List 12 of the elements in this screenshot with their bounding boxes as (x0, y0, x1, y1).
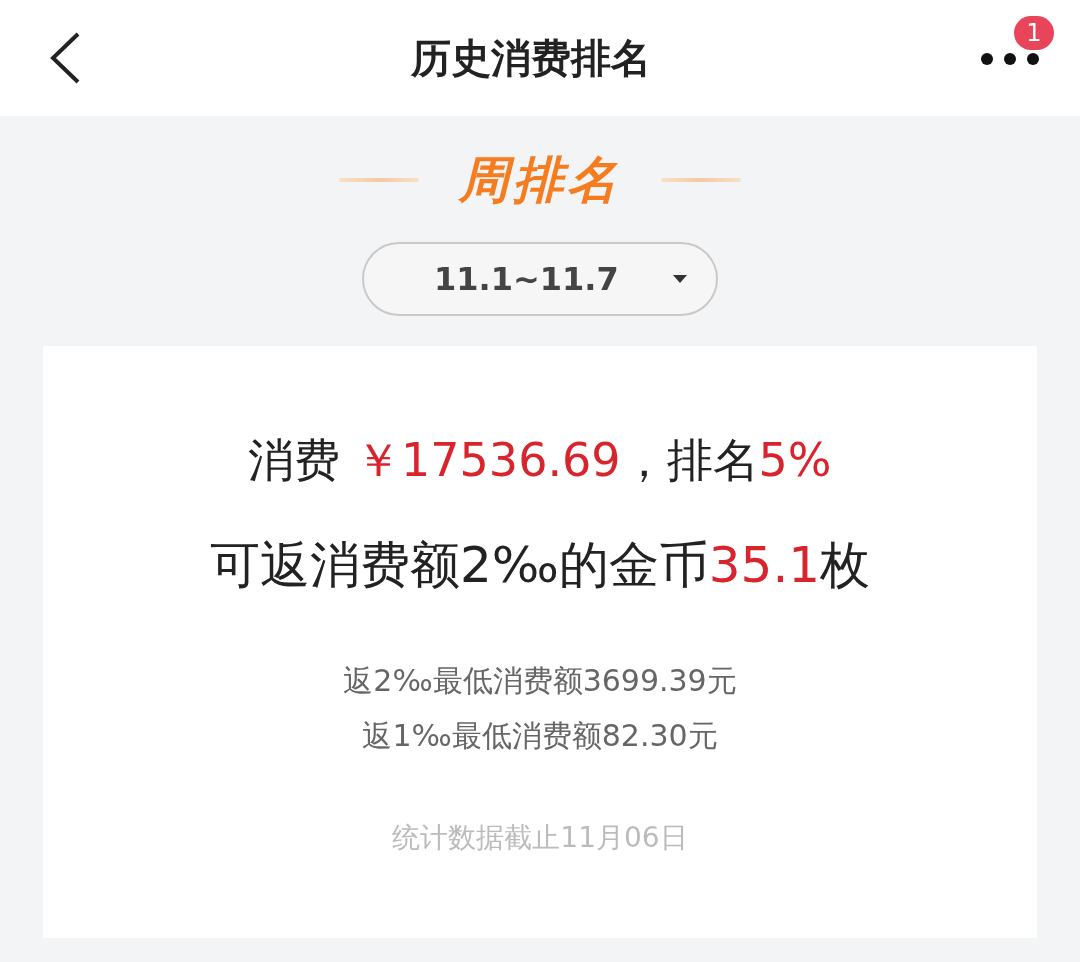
summary-text: 消费 ￥17536.69，排名 5% (248, 432, 832, 489)
threshold-text: 返2‰最低消费额3699.39元 (343, 662, 737, 700)
more-icon[interactable] (980, 52, 1040, 66)
threshold-text: 返1‰最低消费额82.30元 (362, 717, 718, 755)
notification-badge: 1 (1014, 16, 1054, 50)
footnote-text: 统计数据截止11月06日 (392, 820, 688, 856)
summary-text: 可返消费额2‰的金币35.1枚 (209, 535, 871, 596)
back-icon[interactable] (48, 31, 82, 85)
date-range-dropdown[interactable]: 11.1~11.7 (362, 242, 718, 316)
page-title: 历史消费排名 (411, 33, 651, 83)
caret-icon (672, 274, 688, 284)
section-title: 周排名 (459, 149, 621, 211)
